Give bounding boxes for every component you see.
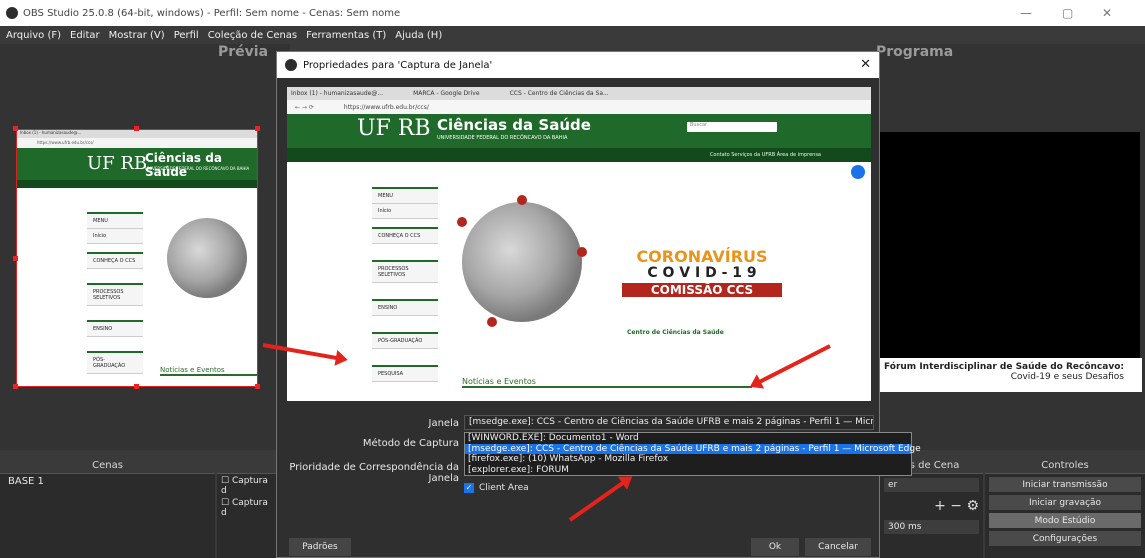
noticias-heading: Notícias e Eventos — [462, 377, 752, 388]
defaults-button[interactable]: Padrões — [289, 538, 351, 556]
program-label: Programa — [876, 44, 954, 60]
virus-image — [462, 202, 582, 322]
obs-logo-icon — [6, 7, 18, 19]
menu-ajuda[interactable]: Ajuda (H) — [395, 30, 442, 41]
minimize-button[interactable]: — — [1020, 6, 1032, 20]
browser-addressbar: ← → ⟳ https://www.ufrb.edu.br/ccs/ — [287, 100, 871, 114]
menu-editar[interactable]: Editar — [70, 30, 100, 41]
source-item[interactable]: ☐ Captura d — [217, 474, 279, 498]
site-sidemenu: MENU Início CONHEÇA O CCS PROCESSOS SELE… — [372, 187, 438, 382]
source-item[interactable]: ☐ Captura d — [217, 498, 279, 518]
prioridade-label: Prioridade de Correspondência da Janela — [289, 462, 459, 484]
capture-preview: Inbox (1) - humanizasaude@... MARCA - Go… — [287, 87, 871, 401]
transition-tools[interactable]: + − ⚙ — [884, 498, 979, 514]
preview-addressbar: https://www.ufrb.edu.br/ccs/ — [17, 138, 257, 148]
comissao-ccs-banner: COMISSÃO CCS — [622, 283, 782, 297]
ok-button[interactable]: Ok — [751, 538, 799, 556]
browser-tabbar: Inbox (1) - humanizasaude@... MARCA - Go… — [287, 87, 871, 100]
sources-dock: ☐ Captura d ☐ Captura d — [217, 458, 279, 558]
preview-tabbar: Inbox (1) - humanizasaude@... — [17, 130, 257, 138]
accessibility-icon[interactable] — [851, 165, 865, 179]
studio-mode-button[interactable]: Modo Estúdio — [989, 513, 1141, 528]
start-recording-button[interactable]: Iniciar gravação — [989, 495, 1141, 510]
dialog-titlebar: Propriedades para 'Captura de Janela' — [277, 52, 879, 78]
settings-button[interactable]: Configurações — [989, 531, 1141, 546]
janela-select[interactable]: [msedge.exe]: CCS - Centro de Ciências d… — [464, 415, 874, 430]
scene-item[interactable]: BASE 1 — [0, 474, 215, 489]
window-titlebar: OBS Studio 25.0.8 (64-bit, windows) - Pe… — [0, 0, 1145, 26]
dialog-title: Propriedades para 'Captura de Janela' — [303, 59, 493, 71]
transition-select[interactable]: er — [884, 478, 979, 492]
menu-ferramentas[interactable]: Ferramentas (T) — [306, 30, 386, 41]
site-nav: Contato Serviços da UFRB Área de imprens… — [287, 148, 871, 162]
dropdown-option[interactable]: [explorer.exe]: FORUM — [465, 465, 911, 476]
menu-perfil[interactable]: Perfil — [174, 30, 199, 41]
menu-bar: Arquivo (F) Editar Mostrar (V) Perfil Co… — [0, 26, 1145, 44]
maximize-button[interactable]: ▢ — [1062, 6, 1073, 20]
dropdown-option[interactable]: [WINWORD.EXE]: Documento1 - Word — [465, 433, 911, 444]
properties-dialog: Propriedades para 'Captura de Janela' ✕ … — [276, 51, 921, 558]
dropdown-option[interactable]: [firefox.exe]: (10) WhatsApp - Mozilla F… — [465, 454, 911, 465]
preview-site-header: UF RB Ciências da Saúde UNIVERSIDADE FED… — [17, 148, 257, 180]
covid-heading: CORONAVÍRUS — [636, 247, 768, 266]
preview-virus-image — [167, 218, 247, 298]
preview-sidemenu: MENU Início CONHEÇA O CCS PROCESSOS SELE… — [87, 212, 143, 374]
start-streaming-button[interactable]: Iniciar transmissão — [989, 477, 1141, 492]
metodo-label: Método de Captura — [362, 438, 459, 449]
duration-field[interactable]: 300 ms — [884, 520, 979, 534]
program-banner: Fórum Interdisciplinar de Saúde do Recôn… — [880, 358, 1142, 392]
preview-label: Prévia — [218, 44, 269, 60]
program-output — [880, 132, 1140, 392]
menu-arquivo[interactable]: Arquivo (F) — [6, 30, 61, 41]
janela-label: Janela — [428, 418, 459, 429]
scenes-dock: Cenas BASE 1 — [0, 458, 215, 558]
site-header: UF RB Ciências da Saúde UNIVERSIDADE FED… — [287, 114, 871, 148]
preview-source[interactable]: Inbox (1) - humanizasaude@... https://ww… — [16, 129, 258, 387]
dialog-close-button[interactable]: ✕ — [860, 57, 871, 72]
cancel-button[interactable]: Cancelar — [805, 538, 871, 556]
controls-dock: Controles Iniciar transmissão Iniciar gr… — [985, 458, 1145, 558]
ccs-logo: Centro de Ciências da Saúde — [627, 329, 724, 336]
preview-noticias: Notícias e Eventos — [160, 366, 257, 376]
menu-mostrar[interactable]: Mostrar (V) — [109, 30, 165, 41]
covid-subheading: C O V I D - 1 9 — [647, 265, 757, 281]
window-title: OBS Studio 25.0.8 (64-bit, windows) - Pe… — [23, 7, 401, 19]
janela-dropdown-list[interactable]: [WINWORD.EXE]: Documento1 - Word [msedge… — [464, 432, 921, 476]
dropdown-option-selected[interactable]: [msedge.exe]: CCS - Centro de Ciências d… — [465, 443, 921, 454]
checkbox-checked-icon: ✓ — [464, 483, 474, 493]
obs-logo-icon — [285, 59, 297, 71]
scenes-dock-title: Cenas — [0, 458, 215, 474]
close-window-button[interactable]: ✕ — [1102, 6, 1112, 20]
menu-colecao-cenas[interactable]: Coleção de Cenas — [208, 30, 297, 41]
client-area-checkbox[interactable]: ✓ Client Area — [464, 483, 529, 493]
